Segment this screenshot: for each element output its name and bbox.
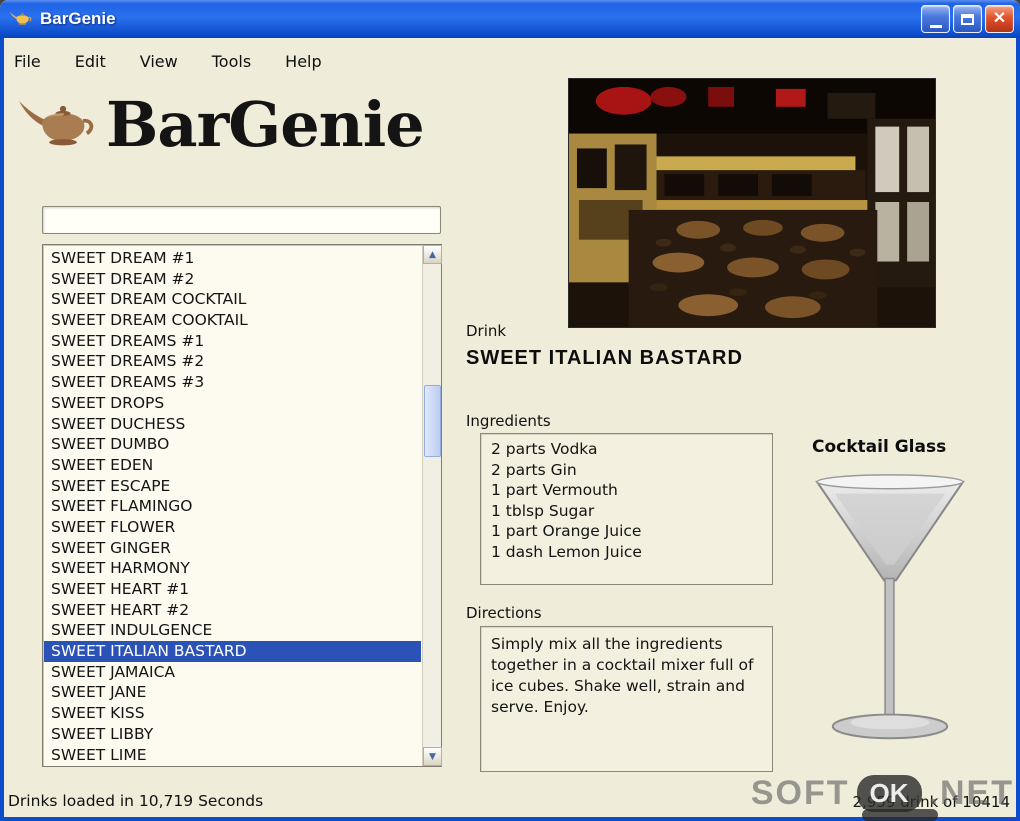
- drink-list-item[interactable]: SWEET FLOWER: [44, 517, 421, 538]
- minimize-button[interactable]: [921, 5, 950, 33]
- drink-list-item[interactable]: SWEET DREAM #2: [44, 269, 421, 290]
- bar-interior-photo: [568, 78, 936, 328]
- scroll-up-arrow[interactable]: ▲: [423, 245, 442, 264]
- ingredient-line: 1 part Orange Juice: [491, 522, 642, 540]
- drink-name: SWEET ITALIAN BASTARD: [466, 347, 743, 369]
- drink-list-item[interactable]: SWEET HEART #2: [44, 600, 421, 621]
- drink-list-item[interactable]: SWEET DREAMS #1: [44, 331, 421, 352]
- menu-item[interactable]: Help: [281, 50, 325, 73]
- watermark-badge: OK: [856, 775, 922, 812]
- app-logo-text: BarGenie: [106, 88, 425, 161]
- drink-list-item[interactable]: SWEET DUMBO: [44, 434, 421, 455]
- ingredient-line: 1 part Vermouth: [491, 481, 618, 499]
- glass-type-label: Cocktail Glass: [812, 437, 947, 457]
- watermark-suffix: .NET: [928, 774, 1014, 812]
- menu-item[interactable]: Tools: [208, 50, 255, 73]
- drink-list-item[interactable]: SWEET DUCHESS: [44, 414, 421, 435]
- drink-list-item[interactable]: SWEET KISS: [44, 703, 421, 724]
- window-border-left: [0, 38, 4, 821]
- scroll-down-arrow[interactable]: ▼: [423, 747, 442, 766]
- ingredients-label: Ingredients: [466, 412, 551, 430]
- directions-label: Directions: [466, 604, 542, 622]
- genie-lamp-logo-icon: [14, 92, 102, 158]
- drink-list-item[interactable]: SWEET EDEN: [44, 455, 421, 476]
- watermark: SOFT OK .NET: [751, 774, 1014, 813]
- window-title: BarGenie: [40, 9, 116, 28]
- drink-list-item[interactable]: SWEET JAMAICA: [44, 662, 421, 683]
- drink-list: SWEET DREAM #1 SWEET DREAM #2 SWEET DREAM …: [44, 248, 421, 765]
- ingredient-line: 1 tblsp Sugar: [491, 501, 595, 520]
- ingredients-box: 2 parts Vodka 2 parts Gin 1 part Vermouth 1…: [480, 433, 773, 585]
- window-controls: ✕: [921, 5, 1014, 33]
- drink-list-item[interactable]: SWEET LIBBY: [44, 724, 421, 745]
- menu-item[interactable]: View: [136, 50, 182, 73]
- drink-list-item[interactable]: SWEET HEART #1: [44, 579, 421, 600]
- watermark-prefix: SOFT: [750, 774, 850, 812]
- genie-lamp-icon: [8, 9, 34, 29]
- drink-list-item[interactable]: SWEET ESCAPE: [44, 476, 421, 497]
- search-input[interactable]: [42, 206, 441, 234]
- drink-list-item[interactable]: SWEET DREAM COCKTAIL: [44, 289, 421, 310]
- minimize-icon: [929, 24, 942, 28]
- close-icon: ✕: [992, 10, 1007, 27]
- close-button[interactable]: ✕: [985, 5, 1014, 33]
- menu-bar: File Edit View Tools Help: [10, 46, 326, 76]
- drink-list-item[interactable]: SWEET FLAMINGO: [44, 496, 421, 517]
- menu-item[interactable]: File: [10, 50, 45, 73]
- scrollbar-thumb[interactable]: [424, 385, 441, 457]
- drink-list-item[interactable]: SWEET INDULGENCE: [44, 620, 421, 641]
- watermark-pill: [862, 809, 938, 821]
- ingredient-line: 2 parts Gin: [491, 460, 577, 479]
- drink-list-item[interactable]: SWEET LIME: [44, 745, 421, 766]
- titlebar: BarGenie ✕: [0, 0, 1020, 38]
- drink-list-item[interactable]: SWEET DREAMS #2: [44, 351, 421, 372]
- list-scrollbar: ▲ ▼: [422, 245, 442, 766]
- menu-item[interactable]: Edit: [71, 50, 110, 73]
- window-border-right: [1016, 38, 1020, 821]
- drink-list-item[interactable]: SWEET ITALIAN BASTARD: [44, 641, 421, 662]
- drink-list-item[interactable]: SWEET DREAM #1: [44, 248, 421, 269]
- drink-label: Drink: [466, 322, 507, 340]
- status-load-time: Drinks loaded in 10,719 Seconds: [8, 792, 264, 810]
- cocktail-glass-image: [800, 468, 980, 754]
- app-logo: BarGenie: [14, 88, 425, 161]
- drink-list-item[interactable]: SWEET DROPS: [44, 393, 421, 414]
- drink-list-item[interactable]: SWEET JANE: [44, 682, 421, 703]
- drink-list-item[interactable]: SWEET DREAMS #3: [44, 372, 421, 393]
- drink-list-item[interactable]: SWEET DREAM COOKTAIL: [44, 310, 421, 331]
- maximize-button[interactable]: [953, 5, 982, 33]
- drink-list-item[interactable]: SWEET GINGER: [44, 538, 421, 559]
- drink-listbox: SWEET DREAM #1 SWEET DREAM #2 SWEET DREAM …: [42, 244, 442, 767]
- drink-list-item[interactable]: SWEET HARMONY: [44, 558, 421, 579]
- maximize-icon: [961, 13, 974, 25]
- ingredient-line: 1 dash Lemon Juice: [491, 542, 642, 561]
- directions-box: Simply mix all the ingredients together …: [480, 626, 773, 772]
- ingredient-line: 2 parts Vodka: [491, 440, 598, 458]
- app-window: BarGenie ✕ File Edit View Tools Help BarGeni…: [0, 0, 1020, 821]
